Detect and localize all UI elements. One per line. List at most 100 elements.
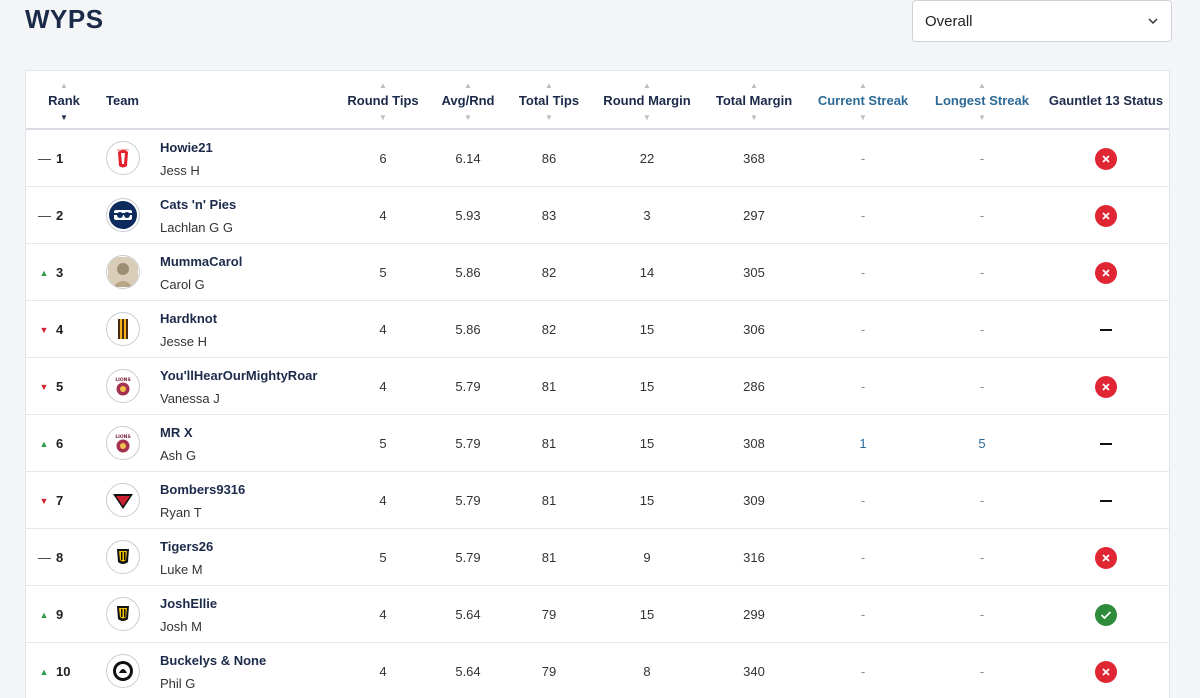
team-cell[interactable]: Tigers26 Luke M — [160, 539, 213, 577]
team-owner: Luke M — [160, 562, 203, 577]
team-name[interactable]: MR X — [160, 425, 196, 440]
cats-logo-icon — [106, 198, 140, 232]
lions-logo-icon: LIONS — [106, 426, 140, 460]
table-row[interactable]: ▲ 3 MummaCarol Carol G 5 5.86 82 14 305 … — [26, 244, 1169, 301]
select-value: Overall — [925, 12, 973, 30]
sort-desc-icon: ▼ — [60, 113, 68, 122]
sort-desc-icon: ▼ — [464, 113, 472, 122]
team-cell[interactable]: MR X Ash G — [160, 425, 196, 463]
rank-cell: ▲ 6 — [38, 415, 64, 472]
rank-cell: ▼ 7 — [38, 472, 64, 529]
team-name[interactable]: JoshEllie — [160, 596, 217, 611]
team-name[interactable]: Buckelys & None — [160, 653, 266, 668]
total-tips-cell: 83 — [541, 208, 557, 223]
hawks-logo-icon — [106, 312, 140, 346]
table-row[interactable]: ▲ 10 Buckelys & None Phil G 4 5.64 79 8 … — [26, 643, 1169, 698]
sort-asc-icon: ▲ — [750, 81, 758, 90]
table-row[interactable]: ▼ 4 Hardknot Jesse H 4 5.86 82 15 306 - … — [26, 301, 1169, 358]
table-row[interactable]: ▲ 9 JoshEllie Josh M 4 5.64 79 15 299 - … — [26, 586, 1169, 643]
round-tips-cell: 5 — [379, 436, 387, 451]
gauntlet-status-cell — [1100, 415, 1112, 472]
gauntlet-status-cell — [1095, 358, 1117, 415]
round-margin-cell: 14 — [639, 265, 655, 280]
total-tips-cell: 81 — [541, 436, 557, 451]
team-name[interactable]: You'llHearOurMightyRoar — [160, 368, 317, 383]
column-header-team: Team — [106, 93, 139, 108]
team-cell[interactable]: Cats 'n' Pies Lachlan G G — [160, 197, 236, 235]
team-name[interactable]: Bombers9316 — [160, 482, 245, 497]
sort-asc-icon: ▲ — [978, 81, 986, 90]
leaderboard-filter-select[interactable]: Overall — [912, 0, 1172, 42]
table-row[interactable]: ▼ 5 LIONS You'llHearOurMightyRoar Vaness… — [26, 358, 1169, 415]
table-row[interactable]: — 2 Cats 'n' Pies Lachlan G G 4 5.93 83 … — [26, 187, 1169, 244]
column-header-round-margin[interactable]: ▲ Round Margin ▼ — [603, 71, 690, 130]
table-row[interactable]: — 8 Tigers26 Luke M 5 5.79 81 9 316 - - — [26, 529, 1169, 586]
rank-value: 9 — [56, 607, 64, 622]
rank-change-icon: ▲ — [39, 267, 49, 278]
rank-change-icon: ▲ — [39, 438, 49, 449]
sort-asc-icon: ▲ — [60, 81, 68, 90]
team-cell[interactable]: Hardknot Jesse H — [160, 311, 217, 349]
column-header-avg-rnd[interactable]: ▲ Avg/Rnd ▼ — [442, 71, 495, 130]
column-header-total-tips[interactable]: ▲ Total Tips ▼ — [519, 71, 579, 130]
longest-streak-cell: - — [979, 322, 985, 337]
total-tips-cell: 81 — [541, 379, 557, 394]
rank-change-icon: ▼ — [39, 495, 49, 506]
round-tips-cell: 4 — [379, 322, 387, 337]
sort-desc-icon: ▼ — [643, 113, 651, 122]
rank-cell: ▲ 9 — [38, 586, 64, 643]
column-header-rank[interactable]: ▲ Rank ▼ — [48, 71, 80, 130]
total-tips-cell: 81 — [541, 550, 557, 565]
column-header-current-streak[interactable]: ▲ Current Streak ▼ — [818, 71, 908, 130]
page-title: WYPS — [25, 4, 104, 34]
total-margin-cell: 299 — [743, 607, 765, 622]
rank-value: 3 — [56, 265, 64, 280]
round-margin-cell: 15 — [639, 379, 655, 394]
avg-rnd-cell: 5.79 — [455, 493, 481, 508]
table-row[interactable]: — 1 SYDNEY Howie21 Jess H 6 6.14 86 22 3… — [26, 130, 1169, 187]
rank-change-icon: ▼ — [39, 324, 49, 335]
team-name[interactable]: Hardknot — [160, 311, 217, 326]
team-cell[interactable]: Howie21 Jess H — [160, 140, 213, 178]
active-check-icon — [1095, 603, 1117, 626]
svg-text:LIONS: LIONS — [115, 434, 130, 440]
gauntlet-status-cell — [1095, 586, 1117, 643]
table-row[interactable]: ▼ 7 Bombers9316 Ryan T 4 5.79 81 15 309 … — [26, 472, 1169, 529]
total-margin-cell: 340 — [743, 664, 765, 679]
team-owner: Vanessa J — [160, 391, 220, 406]
avg-rnd-cell: 5.64 — [455, 664, 481, 679]
column-header-longest-streak[interactable]: ▲ Longest Streak ▼ — [935, 71, 1029, 130]
team-owner: Ryan T — [160, 505, 202, 520]
total-margin-cell: 309 — [743, 493, 765, 508]
team-cell[interactable]: Buckelys & None Phil G — [160, 653, 266, 691]
sort-asc-icon: ▲ — [379, 81, 387, 90]
round-tips-cell: 5 — [379, 265, 387, 280]
round-margin-cell: 15 — [639, 493, 655, 508]
team-name[interactable]: MummaCarol — [160, 254, 242, 269]
gauntlet-status-cell — [1095, 187, 1117, 244]
team-name[interactable]: Tigers26 — [160, 539, 213, 554]
avg-rnd-cell: 5.86 — [455, 265, 481, 280]
round-margin-cell: 8 — [643, 664, 651, 679]
team-cell[interactable]: You'llHearOurMightyRoar Vanessa J — [160, 368, 317, 406]
photo-avatar-icon — [106, 255, 140, 289]
round-tips-cell: 4 — [379, 493, 387, 508]
rank-change-icon: ▼ — [39, 381, 49, 392]
total-margin-cell: 316 — [743, 550, 765, 565]
column-header-total-margin[interactable]: ▲ Total Margin ▼ — [716, 71, 792, 130]
team-owner: Ash G — [160, 448, 197, 463]
round-margin-cell: 3 — [643, 208, 651, 223]
no-status-dash-icon — [1100, 442, 1112, 445]
avg-rnd-cell: 5.79 — [455, 379, 481, 394]
team-name[interactable]: Cats 'n' Pies — [160, 197, 236, 212]
current-streak-cell: - — [860, 550, 866, 565]
team-cell[interactable]: MummaCarol Carol G — [160, 254, 242, 292]
column-header-round-tips[interactable]: ▲ Round Tips ▼ — [347, 71, 418, 130]
total-tips-cell: 82 — [541, 265, 557, 280]
team-cell[interactable]: Bombers9316 Ryan T — [160, 482, 245, 520]
total-margin-cell: 297 — [743, 208, 765, 223]
no-status-dash-icon — [1100, 328, 1112, 331]
table-row[interactable]: ▲ 6 LIONS MR X Ash G 5 5.79 81 15 308 1 … — [26, 415, 1169, 472]
team-name[interactable]: Howie21 — [160, 140, 213, 155]
team-cell[interactable]: JoshEllie Josh M — [160, 596, 217, 634]
